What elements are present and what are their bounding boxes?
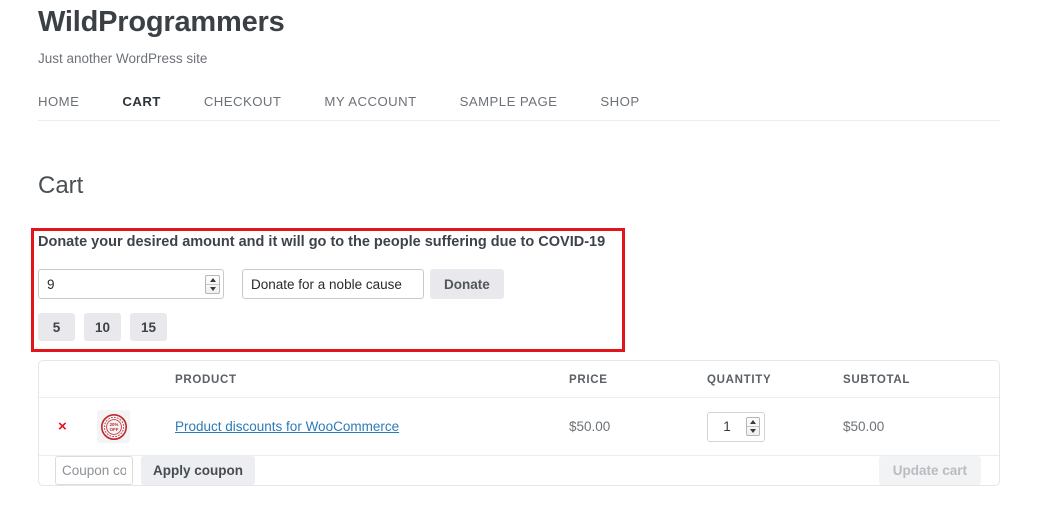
cart-cell-thumbnail: 20% OFF (97, 397, 175, 456)
cart-table: PRODUCT PRICE QUANTITY SUBTOTAL × 20% OF… (39, 361, 999, 485)
donate-button[interactable]: Donate (430, 269, 504, 300)
product-name-link[interactable]: Product discounts for WooCommerce (175, 419, 399, 434)
nav-item-checkout[interactable]: CHECKOUT (204, 94, 282, 109)
page-root: WildProgrammers Just another WordPress s… (0, 0, 1038, 506)
page-title: Cart (38, 172, 84, 200)
cart-cell-remove: × (39, 397, 97, 456)
cart-header-remove (39, 361, 97, 398)
donation-preset-15[interactable]: 15 (130, 313, 168, 342)
cart-header-quantity: QUANTITY (707, 361, 843, 398)
cart-header-price: PRICE (569, 361, 707, 398)
coupon-code-input[interactable] (55, 456, 133, 485)
cart-table-head: PRODUCT PRICE QUANTITY SUBTOTAL (39, 361, 999, 398)
stepper-up-icon[interactable] (206, 276, 219, 284)
cart-header-thumbnail (97, 361, 175, 398)
table-row: × 20% OFF Product discounts for WooComme… (39, 397, 999, 456)
remove-item-icon[interactable]: × (39, 419, 67, 434)
cart-header-product: PRODUCT (175, 361, 569, 398)
quantity-stepper[interactable]: 1 (707, 411, 765, 442)
nav-item-home[interactable]: HOME (38, 94, 79, 109)
donation-widget: Donate your desired amount and it will g… (38, 234, 628, 342)
cart-cell-product-name: Product discounts for WooCommerce (175, 397, 569, 456)
product-thumbnail[interactable]: 20% OFF (97, 410, 130, 443)
quantity-down-icon[interactable] (747, 426, 759, 435)
cart-cell-subtotal: $50.00 (843, 397, 999, 456)
site-tagline: Just another WordPress site (38, 51, 208, 67)
cart-header-row: PRODUCT PRICE QUANTITY SUBTOTAL (39, 361, 999, 398)
apply-coupon-button[interactable]: Apply coupon (141, 456, 255, 485)
cart-table-container: PRODUCT PRICE QUANTITY SUBTOTAL × 20% OF… (38, 360, 1000, 486)
donation-input-row: Donate (38, 251, 628, 300)
donation-cause-input[interactable] (242, 269, 424, 300)
nav-item-cart[interactable]: CART (122, 94, 160, 109)
cart-actions-row: Apply coupon Update cart (39, 456, 999, 485)
cart-header-subtotal: SUBTOTAL (843, 361, 999, 398)
donation-amount-input[interactable] (38, 269, 224, 300)
cart-cell-price: $50.00 (569, 397, 707, 456)
nav-item-shop[interactable]: SHOP (600, 94, 639, 109)
donation-preset-row: 5 10 15 (38, 299, 628, 342)
coupon-group: Apply coupon (39, 456, 255, 485)
donation-preset-5[interactable]: 5 (38, 313, 75, 342)
donation-heading: Donate your desired amount and it will g… (38, 234, 606, 250)
nav-item-my-account[interactable]: MY ACCOUNT (324, 94, 416, 109)
site-title: WildProgrammers (38, 6, 285, 38)
quantity-value[interactable]: 1 (708, 419, 746, 434)
nav-item-sample-page[interactable]: SAMPLE PAGE (460, 94, 558, 109)
cart-cell-quantity: 1 (707, 397, 843, 456)
donation-preset-10[interactable]: 10 (84, 313, 122, 342)
cart-table-body: × 20% OFF Product discounts for WooComme… (39, 397, 999, 485)
site-header: WildProgrammers Just another WordPress s… (38, 0, 1000, 66)
update-cart-button[interactable]: Update cart (878, 456, 981, 485)
svg-text:OFF: OFF (109, 427, 118, 432)
quantity-up-icon[interactable] (747, 418, 759, 426)
cart-actions-cell: Apply coupon Update cart (39, 456, 999, 485)
stepper-down-icon[interactable] (206, 284, 219, 293)
primary-navigation: HOME CART CHECKOUT MY ACCOUNT SAMPLE PAG… (38, 66, 1000, 122)
quantity-spinner[interactable] (746, 417, 760, 436)
